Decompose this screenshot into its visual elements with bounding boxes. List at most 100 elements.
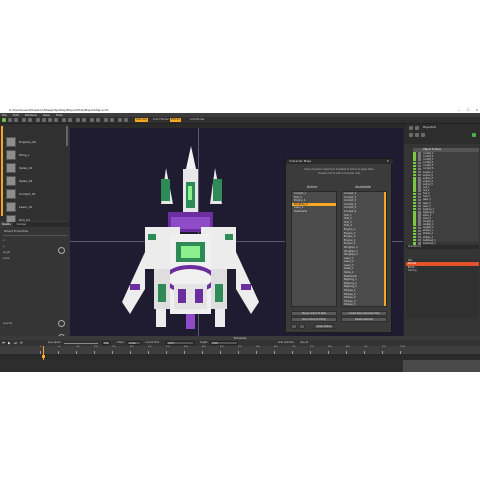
folder-icon[interactable] (415, 133, 419, 137)
interp-select[interactable]: Linear (127, 341, 141, 345)
auto-key-button[interactable]: Auto key (135, 118, 148, 122)
timeline-ruler[interactable]: 0 50 100 150 200 250 300 350 400 450 500 550 600 650 7… (0, 346, 480, 354)
left-panel: Engines_00 Wing_L Spike_01 Spike_02 Cock… (0, 124, 70, 354)
current-time-field[interactable]: 2479 (166, 341, 194, 345)
ruler-label: 550 (238, 346, 242, 348)
animation-item[interactable]: Turning (406, 269, 479, 272)
angle-knob[interactable] (58, 247, 65, 254)
play-all-toggle[interactable]: play all (300, 341, 308, 345)
sound-icon[interactable] (104, 118, 108, 122)
thumbnail-scroll-indicator[interactable] (1, 126, 3, 216)
image-icon[interactable] (409, 133, 413, 137)
rotate-tool-icon[interactable] (48, 118, 52, 122)
step-forward-icon[interactable]: ⏭ (14, 341, 18, 345)
object-layer-list: Object Folders cockpit_1 cockpit_2 cockpit… (413, 148, 479, 245)
divider (3, 235, 67, 236)
sprite-thumbnail (6, 163, 16, 173)
ruler-label: 450 (202, 346, 206, 348)
thumbnail-item[interactable]: Wing_L (6, 150, 66, 161)
grid-toggle-icon[interactable] (68, 118, 72, 122)
active-map-item[interactable]: Bulkheads (292, 210, 336, 214)
create-new-map-button[interactable]: Create New Character Map (341, 311, 387, 316)
sprite-thumbnail (6, 202, 16, 212)
scale-tool-icon[interactable] (54, 118, 58, 122)
sprite-thumbnail (6, 189, 16, 199)
prop-scale-label: scale (3, 257, 10, 260)
folder-icon[interactable] (291, 324, 297, 329)
save-active-button[interactable]: Save Active To Entity (291, 317, 337, 322)
select-tool-icon[interactable] (36, 118, 40, 122)
thumbnail-item[interactable]: Spike_01 (6, 163, 66, 174)
export-icon[interactable] (124, 118, 128, 122)
ruler-label: 950 (382, 346, 386, 348)
edit-kd-button[interactable]: Edit Kd (170, 118, 181, 122)
speed-field[interactable]: 100 (102, 341, 110, 345)
clear-active-button[interactable]: Clear Active (314, 324, 334, 329)
lock-bones-toggle[interactable]: Lock Bones (190, 118, 204, 122)
save-disk-icon[interactable] (299, 324, 305, 329)
active-maps-list[interactable]: Cockpit_1 Hull_2 Engine_4 Wingtips_2 Laser_1… (291, 191, 337, 307)
ruler-label: 600 (256, 346, 260, 348)
entity-dropdown[interactable]: PlayerShip (423, 126, 436, 129)
thumbnail-label: Wing_L (19, 153, 30, 157)
add-icon[interactable] (472, 133, 476, 137)
character-maps-dialog: Character Maps ✕ Drag character maps fro… (285, 158, 393, 333)
available-maps-list[interactable]: Cockpit_1 Cockpit_2 Cockpit_3 Cockpit_4 Cock… (341, 191, 387, 307)
play-speed-slider[interactable] (64, 343, 98, 344)
ruler-label: 0 (40, 346, 42, 348)
ruler-label: 700 (292, 346, 296, 348)
thumbnail-item[interactable]: Cockpit_01 (6, 189, 66, 200)
thumbnail-label: Cockpit_01 (19, 192, 36, 196)
zoom-icon[interactable] (76, 118, 80, 122)
thumbnail-item[interactable]: Laser_01 (6, 202, 66, 213)
thumbnail-item[interactable]: Engines_00 (6, 137, 66, 148)
thumbnail-label: Engines_00 (19, 140, 37, 144)
thumbnail-label: Laser_01 (19, 205, 33, 209)
ruler-label: 800 (328, 346, 332, 348)
rewind-icon[interactable]: ⏮ (2, 341, 6, 345)
sprite-thumbnail (6, 150, 16, 160)
bone-tool-icon[interactable] (62, 118, 66, 122)
delete-selected-button[interactable]: Delete Selected (341, 317, 387, 322)
canvas-viewport[interactable]: Character Maps ✕ Drag character maps fro… (70, 124, 403, 336)
onion-skin-icon[interactable] (90, 118, 94, 122)
ruler-label: 1000 (400, 346, 406, 348)
ruler-label: 150 (94, 346, 98, 348)
dialog-title: Character Maps (286, 159, 393, 164)
new-file-icon[interactable] (2, 118, 6, 122)
merge-active-button[interactable]: Merge Active To New (291, 311, 337, 316)
thumbnail-label: Spike_02 (19, 179, 33, 183)
ruler-label: 200 (112, 346, 116, 348)
layer-icon[interactable] (421, 133, 425, 137)
dialog-help-text: Drag character maps from Available To Ac… (286, 168, 393, 176)
thumbnail-item[interactable]: Spike_02 (6, 176, 66, 187)
dialog-close-icon[interactable]: ✕ (386, 159, 389, 164)
opacity-knob[interactable] (58, 320, 65, 327)
save-icon[interactable] (14, 118, 18, 122)
add-entity-icon[interactable] (415, 126, 419, 130)
redo-icon[interactable] (28, 118, 32, 122)
keyframe-row[interactable] (0, 354, 480, 360)
collision-icon[interactable] (96, 118, 100, 122)
play-icon[interactable]: ▶ (8, 341, 12, 345)
available-map-item[interactable]: Stripes_5 (342, 303, 386, 306)
properties-title: Object Properties (4, 229, 29, 233)
right-panel: PlayerShip Object Folders cockpit_1 cockp… (403, 124, 480, 354)
move-tool-icon[interactable] (42, 118, 46, 122)
lock-frames-toggle[interactable]: Lock Frames (153, 118, 169, 122)
animations-panel-header: Animations (406, 245, 479, 249)
fit-view-icon[interactable] (82, 118, 86, 122)
entity-icon[interactable] (409, 126, 413, 130)
entity-toolbar: PlayerShip (404, 124, 480, 144)
loop-icon[interactable]: ⟳ (20, 341, 24, 345)
tag-icon[interactable] (118, 118, 122, 122)
open-folder-icon[interactable] (8, 118, 12, 122)
auto-optimize-toggle[interactable]: auto optimize (278, 341, 294, 345)
length-field[interactable]: 1000 (210, 341, 238, 345)
thumbnail-scrollbar[interactable] (66, 126, 68, 146)
variable-icon[interactable] (110, 118, 114, 122)
available-list-scrollbar[interactable] (384, 192, 386, 306)
undo-icon[interactable] (22, 118, 26, 122)
timeline-playhead[interactable] (43, 346, 44, 360)
sprite-thumbnail-list: Engines_00 Wing_L Spike_01 Spike_02 Cock… (0, 124, 70, 225)
